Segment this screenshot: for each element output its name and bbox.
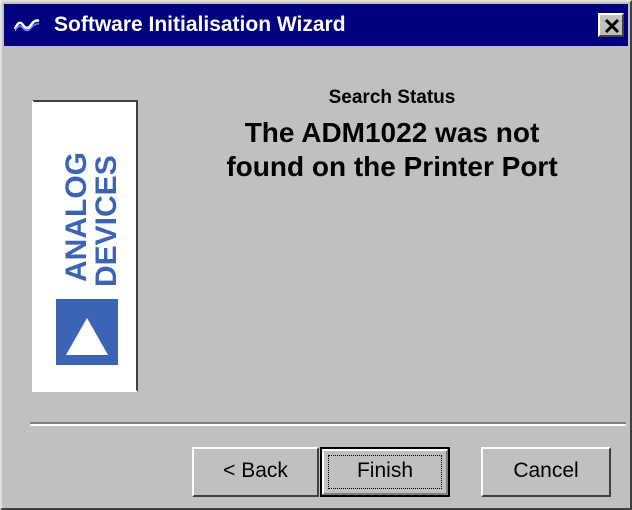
status-message-line2: found on the Printer Port	[226, 151, 558, 182]
close-button[interactable]	[598, 13, 624, 37]
close-icon	[604, 18, 620, 34]
title-bar[interactable]: Software Initialisation Wizard	[4, 4, 628, 46]
analog-devices-logo: ANALOG DEVICES	[32, 100, 138, 392]
back-button[interactable]: < Back	[192, 447, 319, 497]
separator-line	[30, 422, 626, 426]
status-message-line1: The ADM1022 was not	[244, 117, 540, 148]
finish-button[interactable]: Finish	[320, 447, 450, 497]
analog-waveform-icon	[13, 15, 43, 35]
wizard-window: Software Initialisation Wizard ANALOG DE…	[0, 0, 632, 510]
window-title: Software Initialisation Wizard	[54, 13, 346, 36]
logo-text-analog: ANALOG	[60, 152, 93, 282]
status-heading: Search Status	[328, 87, 456, 108]
analog-devices-triangle-logo	[56, 299, 118, 365]
finish-button-label: Finish	[356, 459, 414, 482]
logo-text-devices: DEVICES	[90, 155, 123, 287]
cancel-button[interactable]: Cancel	[481, 447, 611, 497]
status-message: The ADM1022 was not found on the Printer…	[182, 116, 602, 184]
